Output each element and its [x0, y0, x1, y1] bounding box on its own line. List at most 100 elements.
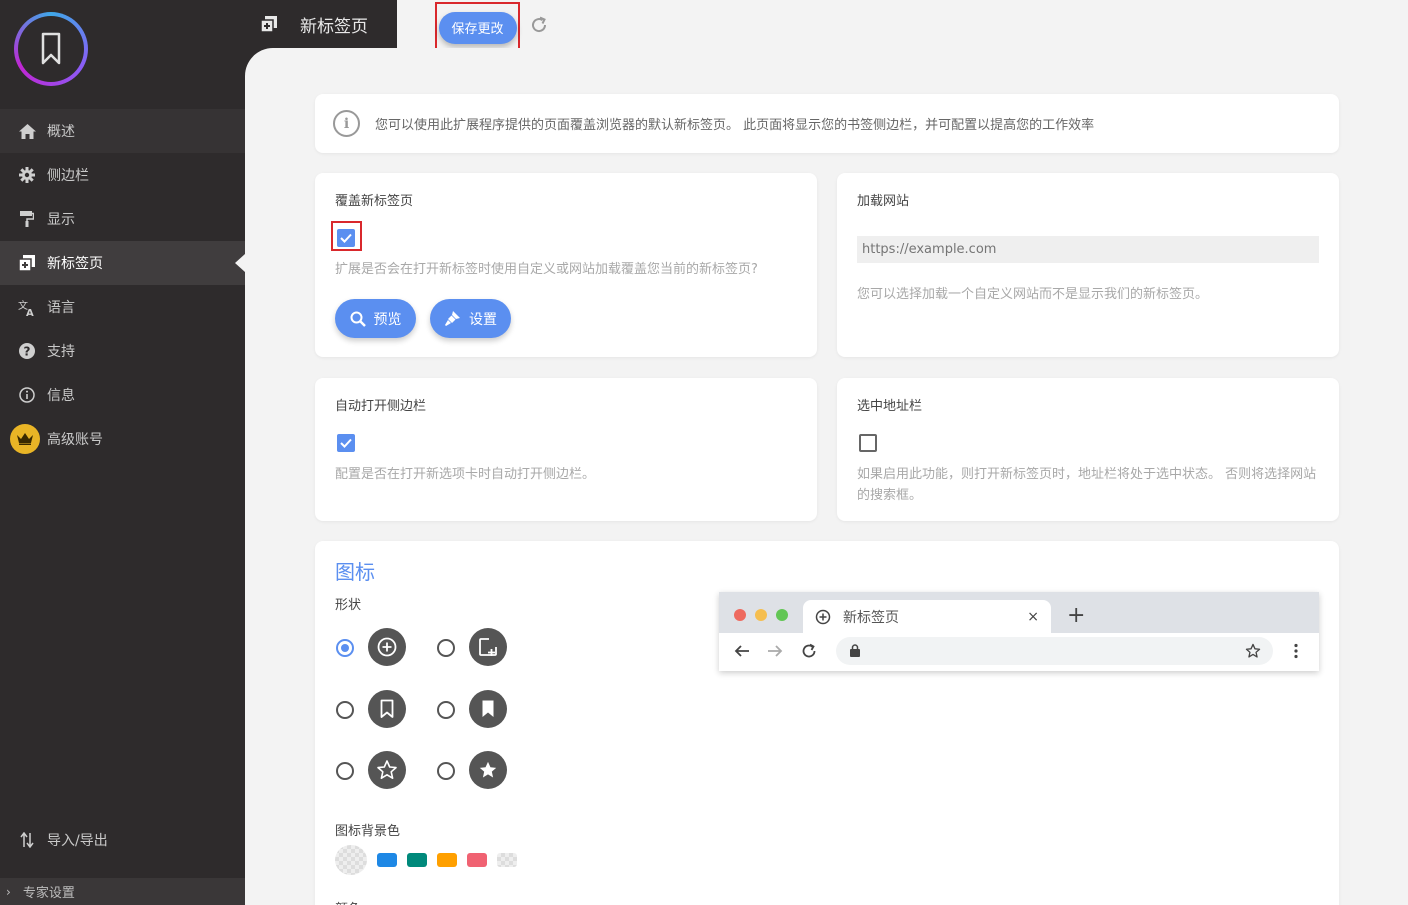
select-address-bar-checkbox[interactable] [859, 434, 877, 452]
card-title: 加载网站 [857, 194, 910, 209]
sidebar-item-premium[interactable]: 高级账号 [0, 417, 245, 461]
paint-roller-icon [18, 210, 36, 228]
browser-preview: 新标签页 × + [719, 592, 1319, 671]
sidebar-item-label: 支持 [47, 344, 75, 360]
save-changes-button[interactable]: 保存更改 [438, 11, 517, 44]
info-banner: i 您可以使用此扩展程序提供的页面覆盖浏览器的默认新标签页。 此页面将显示您的书… [315, 94, 1339, 153]
auto-open-sidebar-card: 自动打开侧边栏 配置是否在打开新选项卡时自动打开侧边栏。 [315, 378, 817, 521]
card-title: 选中地址栏 [857, 399, 923, 414]
icon-bg-color-label: 图标背景色 [335, 824, 401, 839]
color-swatch-blue[interactable] [377, 853, 397, 867]
import-export-label: 导入/导出 [47, 833, 108, 849]
color-swatch-teal[interactable] [407, 853, 427, 867]
shape-radio-bookmark-outline[interactable] [336, 701, 354, 719]
auto-open-sidebar-checkbox[interactable] [337, 434, 355, 452]
shape-radio-add-circle[interactable] [336, 639, 354, 657]
crown-icon [10, 424, 40, 454]
color-swatch-red[interactable] [467, 853, 487, 867]
star-outline-icon[interactable] [368, 751, 406, 789]
page-header: 新标签页 [245, 0, 397, 48]
app-logo [14, 12, 88, 86]
page-title: 新标签页 [300, 16, 368, 37]
card-description: 配置是否在打开新选项卡时自动打开侧边栏。 [335, 467, 596, 482]
shape-radio-star-outline[interactable] [336, 762, 354, 780]
reload-icon [802, 643, 816, 658]
browser-tab: 新标签页 × [803, 600, 1051, 633]
sidebar-item-label: 高级账号 [47, 432, 103, 448]
add-circle-icon[interactable] [368, 628, 406, 666]
sidebar-item-sidebar[interactable]: 侧边栏 [0, 153, 245, 197]
load-website-card: 加载网站 您可以选择加载一个自定义网站而不是显示我们的新标签页。 [837, 173, 1339, 357]
sidebar-item-label: 侧边栏 [47, 168, 89, 184]
expert-settings-toggle[interactable]: › 专家设置 [0, 878, 245, 905]
star-filled-icon[interactable] [469, 751, 507, 789]
add-circle-icon [815, 609, 831, 624]
shape-radio-star-filled[interactable] [437, 762, 455, 780]
tab-close-icon: × [1027, 608, 1039, 625]
shape-radio-add-square[interactable] [437, 639, 455, 657]
new-tab-icon [260, 15, 278, 33]
info-circle-icon: i [333, 110, 360, 137]
add-square-icon[interactable] [469, 628, 507, 666]
star-outline-icon [1245, 643, 1261, 658]
card-description: 扩展是否会在打开新标签时使用自定义或网站加载覆盖您当前的新标签页? [335, 262, 758, 277]
search-icon [350, 311, 366, 327]
question-icon: ? [18, 342, 36, 360]
kebab-menu-icon [1294, 643, 1298, 659]
card-title: 自动打开侧边栏 [335, 399, 427, 414]
new-tab-icon [18, 254, 36, 272]
gear-icon [18, 166, 36, 184]
bookmark-logo-icon [41, 32, 61, 65]
sidebar-nav: 概述 侧边栏 显示 新标签页 文A 语言 ? 支持 信息 高级账号 [0, 109, 245, 461]
import-export-item[interactable]: 导入/导出 [0, 818, 245, 862]
preview-label: 预览 [373, 311, 402, 328]
card-description: 您可以选择加载一个自定义网站而不是显示我们的新标签页。 [857, 287, 1209, 302]
save-button-highlight: 保存更改 [435, 2, 520, 53]
color-swatch-amber[interactable] [437, 853, 457, 867]
preview-button[interactable]: 预览 [335, 299, 416, 338]
address-bar [836, 637, 1273, 665]
info-banner-text: 您可以使用此扩展程序提供的页面覆盖浏览器的默认新标签页。 此页面将显示您的书签侧… [375, 118, 1095, 133]
sidebar-item-support[interactable]: ? 支持 [0, 329, 245, 373]
sidebar-item-label: 语言 [47, 300, 75, 316]
sidebar-item-overview[interactable]: 概述 [0, 109, 245, 153]
check-icon [340, 233, 352, 243]
bookmark-filled-icon[interactable] [469, 690, 507, 728]
window-maximize-dot [776, 609, 788, 621]
lock-icon [850, 644, 860, 657]
icons-section-title: 图标 [335, 560, 375, 584]
bookmark-outline-icon[interactable] [368, 690, 406, 728]
sidebar-item-label: 信息 [47, 388, 75, 404]
browser-tab-title: 新标签页 [843, 609, 899, 626]
sort-arrows-icon [18, 831, 36, 849]
sidebar-item-new-tab[interactable]: 新标签页 [0, 241, 245, 285]
paint-brush-icon [445, 311, 460, 326]
sidebar-item-language[interactable]: 文A 语言 [0, 285, 245, 329]
translate-icon: 文A [18, 298, 36, 316]
info-icon [18, 386, 36, 404]
color-swatch-transparent-large[interactable] [335, 845, 367, 875]
forward-arrow-icon [768, 645, 783, 657]
color-swatch-transparent[interactable] [497, 853, 517, 867]
chevron-right-icon: › [6, 884, 11, 899]
home-icon [18, 122, 36, 140]
svg-text:?: ? [24, 345, 31, 359]
sidebar-item-label: 新标签页 [47, 256, 103, 272]
refresh-icon[interactable] [529, 15, 549, 35]
select-address-bar-card: 选中地址栏 如果启用此功能，则打开新标签页时，地址栏将处于选中状态。 否则将选择… [837, 378, 1339, 521]
svg-text:A: A [26, 308, 34, 316]
override-new-tab-checkbox[interactable] [337, 229, 355, 247]
settings-button[interactable]: 设置 [430, 299, 511, 338]
sidebar: 概述 侧边栏 显示 新标签页 文A 语言 ? 支持 信息 高级账号 导入/导出 … [0, 0, 245, 905]
settings-label: 设置 [469, 311, 497, 328]
shape-radio-bookmark-filled[interactable] [437, 701, 455, 719]
back-arrow-icon [734, 645, 749, 657]
sidebar-item-info[interactable]: 信息 [0, 373, 245, 417]
website-url-input[interactable] [857, 236, 1319, 263]
expert-settings-label: 专家设置 [22, 886, 75, 901]
shape-label: 形状 [335, 598, 362, 613]
sidebar-item-display[interactable]: 显示 [0, 197, 245, 241]
sidebar-item-label: 显示 [47, 212, 75, 228]
window-minimize-dot [755, 609, 767, 621]
card-title: 覆盖新标签页 [335, 194, 414, 209]
